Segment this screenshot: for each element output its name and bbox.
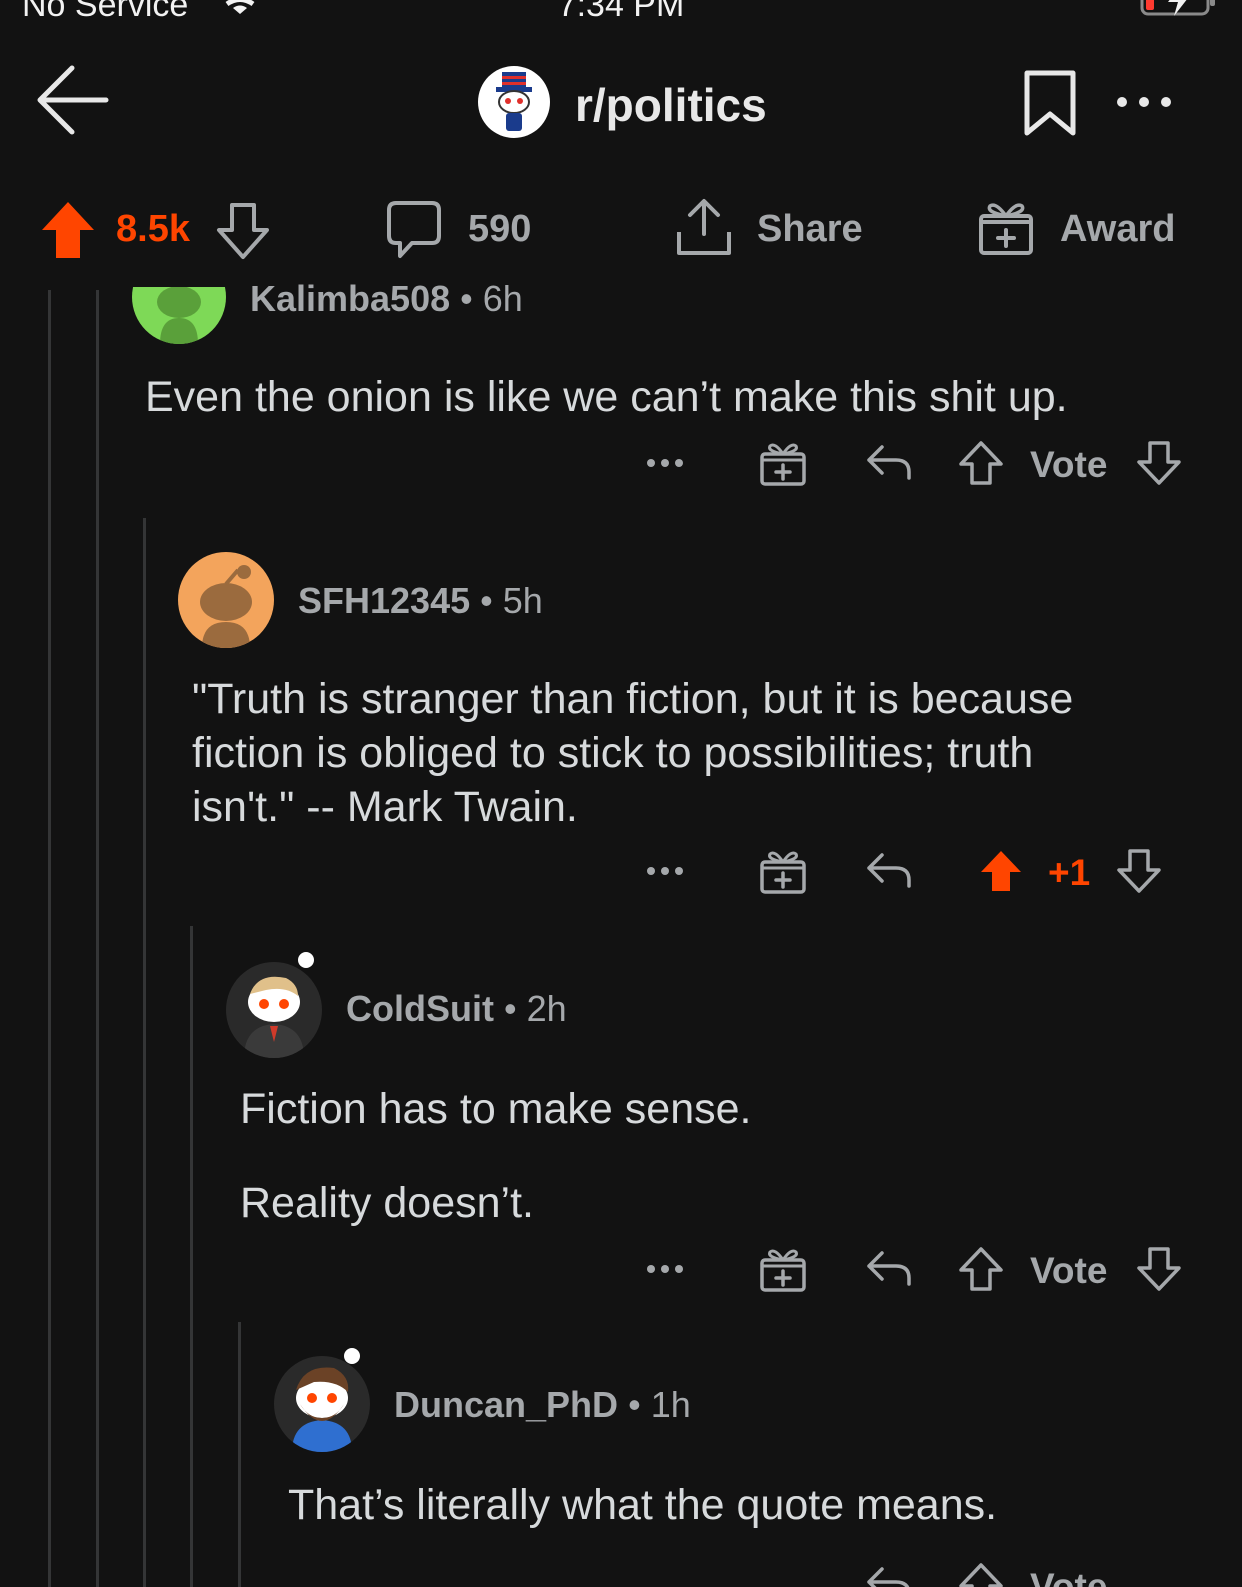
thread-line[interactable] (190, 926, 193, 1587)
post-score: 8.5k (116, 208, 190, 250)
subreddit-title[interactable]: r/politics (575, 78, 767, 132)
upvote-icon[interactable] (978, 848, 1024, 894)
post-upvote-icon[interactable] (40, 200, 96, 260)
comment-body: Even the onion is like we can’t make thi… (145, 373, 1068, 421)
thread-line[interactable] (143, 518, 146, 1587)
vote-label: Vote (1030, 1566, 1108, 1587)
downvote-icon[interactable] (1136, 1246, 1182, 1292)
award-gift-icon[interactable] (978, 198, 1034, 256)
avatar[interactable] (132, 287, 226, 344)
post-downvote-icon[interactable] (216, 202, 270, 260)
reply-icon[interactable] (866, 444, 912, 480)
upvote-icon[interactable] (958, 1562, 1004, 1587)
comment-body: Fiction has to make sense. Reality doesn… (240, 1085, 752, 1227)
online-dot (342, 1346, 362, 1366)
subreddit-avatar[interactable] (478, 66, 550, 138)
award-button[interactable]: Award (1060, 208, 1175, 251)
thread-line[interactable] (48, 290, 51, 1587)
reply-icon[interactable] (866, 1566, 912, 1587)
back-arrow-icon[interactable] (36, 65, 109, 135)
thread-line[interactable] (238, 1322, 241, 1587)
comment-more-icon[interactable] (646, 1264, 684, 1274)
comment-author[interactable]: SFH12345 • 5h (298, 580, 543, 622)
avatar[interactable] (274, 1356, 370, 1452)
share-icon[interactable] (676, 198, 732, 256)
bookmark-icon[interactable] (1024, 70, 1076, 136)
comment-score: +1 (1048, 852, 1091, 893)
thread-line[interactable] (96, 290, 99, 1587)
comment-count[interactable]: 590 (468, 208, 531, 251)
avatar[interactable] (178, 552, 274, 648)
comment-more-icon[interactable] (646, 458, 684, 468)
comment-author[interactable]: Kalimba508 • 6h (250, 278, 523, 320)
reply-icon[interactable] (866, 1250, 912, 1286)
avatar[interactable] (226, 962, 322, 1058)
award-gift-icon[interactable] (760, 848, 806, 894)
online-dot (296, 950, 316, 970)
upvote-icon[interactable] (958, 440, 1004, 486)
comment-more-icon[interactable] (646, 866, 684, 876)
comment-bubble-icon[interactable] (386, 200, 442, 260)
comment-body: That’s literally what the quote means. (288, 1481, 998, 1529)
status-bar: No Service 7:34 PM (0, 0, 1242, 26)
comment-body: "Truth is stranger than fiction, but it … (192, 675, 1074, 831)
battery-icon (1140, 0, 1220, 18)
upvote-icon[interactable] (958, 1246, 1004, 1292)
downvote-icon[interactable] (1116, 848, 1162, 894)
reply-icon[interactable] (866, 852, 912, 888)
more-options-icon[interactable] (1116, 96, 1172, 108)
vote-label: Vote (1030, 444, 1108, 485)
comment-author[interactable]: Duncan_PhD • 1h (394, 1384, 691, 1426)
share-button[interactable]: Share (757, 208, 863, 251)
downvote-icon[interactable] (1136, 440, 1182, 486)
award-gift-icon[interactable] (760, 1246, 806, 1292)
vote-label: Vote (1030, 1250, 1108, 1291)
clock: 7:34 PM (557, 0, 685, 24)
comment-author[interactable]: ColdSuit • 2h (346, 988, 567, 1030)
award-gift-icon[interactable] (760, 440, 806, 486)
